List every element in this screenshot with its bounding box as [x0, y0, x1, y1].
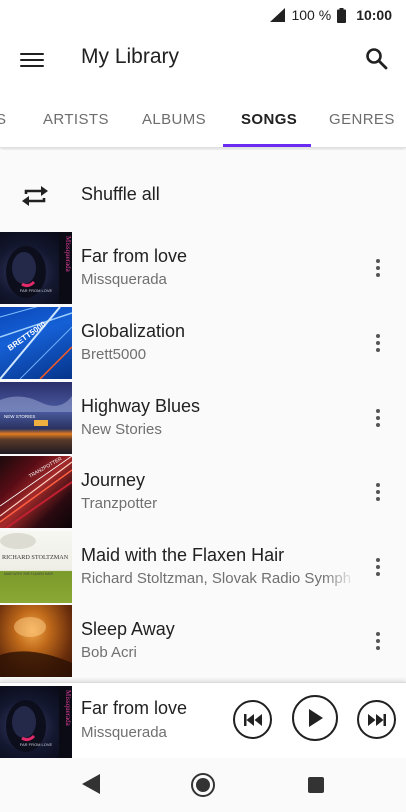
album-art-stoltzman: RICHARD STOLTZMAN MAID WITH THE FLAXEN H…	[0, 531, 72, 603]
song-title: Sleep Away	[81, 619, 175, 639]
album-art-title: Missquerada	[64, 690, 72, 727]
play-button[interactable]	[292, 695, 338, 741]
list-item[interactable]: BRETT5000 Globalization Brett5000	[0, 307, 406, 381]
menu-icon[interactable]	[20, 49, 44, 71]
tab-albums[interactable]: ALBUMS	[142, 92, 206, 147]
shuffle-all-button[interactable]: Shuffle all	[0, 160, 406, 230]
home-icon[interactable]	[191, 773, 215, 797]
song-title: Journey	[81, 470, 146, 490]
album-art-subtitle: FAR FROM LOVE	[20, 742, 53, 747]
now-playing-bar[interactable]: Missquerada FAR FROM LOVE Far from love …	[0, 682, 406, 758]
album-art-title: RICHARD STOLTZMAN	[2, 554, 69, 561]
page-title: My Library	[81, 45, 180, 68]
list-item[interactable]: Missquerada FAR FROM LOVE Far from love …	[0, 232, 406, 306]
play-icon	[309, 709, 323, 727]
album-art-title: NEW STORIES	[4, 414, 35, 419]
album-art-subtitle: MAID WITH THE FLAXEN HAIR	[4, 572, 53, 576]
more-options-icon[interactable]	[368, 480, 388, 504]
battery-percent: 100 %	[291, 7, 332, 23]
song-artist: Brett5000	[81, 346, 147, 363]
song-artist: Missquerada	[81, 271, 167, 288]
signal-icon	[270, 8, 286, 22]
more-options-icon[interactable]	[368, 256, 388, 280]
song-title: Globalization	[81, 321, 186, 341]
song-artist: Bob Acri	[81, 644, 137, 661]
status-time: 10:00	[356, 7, 392, 23]
shuffle-icon	[22, 186, 48, 206]
list-item[interactable]: NEW STORIES Highway Blues New Stories	[0, 382, 406, 456]
next-button[interactable]	[357, 700, 396, 739]
app-bar: My Library	[0, 30, 406, 90]
more-options-icon[interactable]	[368, 406, 388, 430]
shuffle-all-label: Shuffle all	[81, 184, 160, 204]
recents-icon[interactable]	[308, 777, 324, 793]
album-art-missquerada: Missquerada FAR FROM LOVE	[0, 232, 72, 304]
more-options-icon[interactable]	[368, 555, 388, 579]
song-artist: Richard Stoltzman, Slovak Radio Symph	[81, 570, 352, 587]
album-art-tranzpotter: TRANZPOTTER	[0, 456, 72, 528]
battery-icon	[337, 7, 347, 23]
tab-playlists[interactable]: S	[0, 92, 6, 147]
system-nav-bar	[0, 758, 406, 812]
more-options-icon[interactable]	[368, 331, 388, 355]
next-icon	[367, 713, 386, 726]
album-art-brett5000: BRETT5000	[0, 307, 72, 379]
previous-button[interactable]	[233, 700, 272, 739]
now-playing-album-art: Missquerada FAR FROM LOVE	[0, 686, 72, 758]
song-artist: New Stories	[81, 421, 162, 438]
now-playing-title: Far from love	[81, 698, 188, 718]
tab-songs[interactable]: SONGS	[241, 92, 297, 147]
more-options-icon[interactable]	[368, 629, 388, 653]
now-playing-artist: Missquerada	[81, 724, 167, 741]
active-tab-indicator	[223, 144, 311, 147]
tab-artists[interactable]: ARTISTS	[43, 92, 109, 147]
album-art-bob-acri	[0, 605, 72, 677]
song-artist: Tranzpotter	[81, 495, 158, 512]
tab-bar: S ARTISTS ALBUMS SONGS GENRES	[0, 92, 406, 148]
album-art-title: Missquerada	[64, 236, 72, 273]
back-icon[interactable]	[80, 772, 100, 796]
album-art-title: TRANZPOTTER	[28, 456, 63, 480]
tab-genres[interactable]: GENRES	[329, 92, 395, 147]
album-art-subtitle: FAR FROM LOVE	[20, 288, 53, 293]
list-item[interactable]: RICHARD STOLTZMAN MAID WITH THE FLAXEN H…	[0, 531, 406, 605]
song-title: Far from love	[81, 246, 188, 266]
list-item[interactable]: Sleep Away Bob Acri	[0, 605, 406, 679]
song-list: Shuffle all Missquerada FAR FROM LOVE Fa…	[0, 150, 406, 682]
album-art-new-stories: NEW STORIES	[0, 382, 72, 454]
status-bar: 100 % 10:00	[0, 0, 406, 30]
song-title: Maid with the Flaxen Hair	[81, 545, 285, 565]
list-item[interactable]: TRANZPOTTER Journey Tranzpotter	[0, 456, 406, 530]
previous-icon	[243, 713, 262, 726]
song-title: Highway Blues	[81, 396, 201, 416]
search-icon[interactable]	[364, 46, 390, 72]
